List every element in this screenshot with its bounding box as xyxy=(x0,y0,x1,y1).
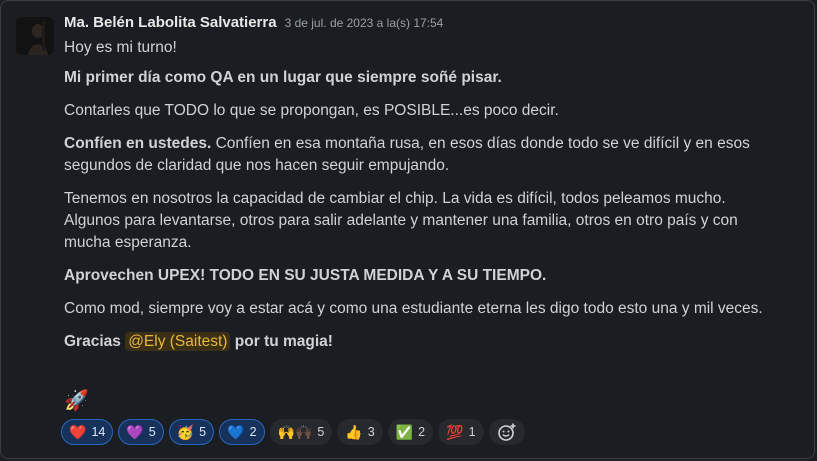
message-header: Ma. Belén Labolita Salvatierra 3 de jul.… xyxy=(64,14,799,36)
heart-icon: ❤️ xyxy=(69,424,87,440)
reaction-count: 1 xyxy=(468,425,476,439)
message-line: Contarles que TODO lo que se propongan, … xyxy=(64,102,559,119)
reaction-thumbs-up[interactable]: 👍 3 xyxy=(337,419,383,445)
blue-heart-icon: 💙 xyxy=(227,424,245,440)
purple-heart-icon: 💜 xyxy=(126,424,144,440)
add-reaction-button[interactable] xyxy=(488,419,525,445)
reaction-raised-hands[interactable]: 🙌🙌🏿 5 xyxy=(269,419,333,445)
reaction-count: 5 xyxy=(199,425,207,439)
message-line: Algunos para levantarse, otros para sali… xyxy=(64,212,738,229)
rocket-icon: 🚀 xyxy=(64,390,89,412)
message-body: Ma. Belén Labolita Salvatierra 3 de jul.… xyxy=(64,14,799,353)
message-line: Aprovechen UPEX! TODO EN SU JUSTA MEDIDA… xyxy=(64,267,547,284)
message-line: Tenemos en nosotros la capacidad de camb… xyxy=(64,190,726,207)
reaction-check-mark[interactable]: ✅ 2 xyxy=(387,419,434,445)
author-name[interactable]: Ma. Belén Labolita Salvatierra xyxy=(64,14,277,31)
reaction-hundred-points[interactable]: 💯 1 xyxy=(438,419,484,445)
message-paragraph: Gracias @Ely (Saitest) por tu magia! xyxy=(64,331,799,353)
reaction-purple-heart[interactable]: 💜 5 xyxy=(118,419,164,445)
message-line: Gracias xyxy=(64,333,126,350)
message-line: segundos de claridad que nos hacen segui… xyxy=(64,157,450,174)
reaction-blue-heart[interactable]: 💙 2 xyxy=(219,419,265,445)
message-line: Confíen en ustedes. xyxy=(64,135,212,152)
reactions-bar: ❤️ 14 💜 5 🥳 5 💙 2 🙌🙌🏿 5 👍 3 ✅ 2 💯 1 xyxy=(61,419,525,445)
timestamp[interactable]: 3 de jul. de 2023 a la(s) 17:54 xyxy=(285,16,444,30)
message-line: Hoy es mi turno! xyxy=(64,39,177,56)
message-container: Ma. Belén Labolita Salvatierra 3 de jul.… xyxy=(0,0,815,459)
message-line: Como mod, siempre voy a estar acá y como… xyxy=(64,300,763,317)
message-line: por tu magia! xyxy=(230,333,333,350)
thumbs-up-icon: 👍 xyxy=(345,424,363,440)
reaction-heart[interactable]: ❤️ 14 xyxy=(61,419,114,445)
user-mention[interactable]: @Ely (Saitest) xyxy=(125,332,231,351)
reaction-count: 14 xyxy=(91,425,106,439)
partying-face-icon: 🥳 xyxy=(176,424,195,440)
message-paragraph: Tenemos en nosotros la capacidad de camb… xyxy=(64,188,799,254)
message-line: mucha esperanza. xyxy=(64,234,192,251)
avatar[interactable] xyxy=(16,17,54,55)
reaction-count: 2 xyxy=(249,425,257,439)
reaction-count: 3 xyxy=(367,425,375,439)
check-mark-icon: ✅ xyxy=(395,424,414,440)
reaction-count: 5 xyxy=(148,425,156,439)
hundred-points-icon: 💯 xyxy=(446,424,464,440)
message-line: Mi primer día como QA en un lugar que si… xyxy=(64,69,502,86)
reaction-count: 5 xyxy=(317,425,325,439)
message-paragraph: Confíen en ustedes. Confíen en esa monta… xyxy=(64,133,799,177)
message-line: Confíen en esa montaña rusa, en esos día… xyxy=(211,135,750,152)
raised-hands-icon: 🙌🙌🏿 xyxy=(277,424,313,440)
reaction-partying-face[interactable]: 🥳 5 xyxy=(168,419,215,445)
add-emoji-icon xyxy=(497,423,516,441)
reaction-count: 2 xyxy=(418,425,426,439)
